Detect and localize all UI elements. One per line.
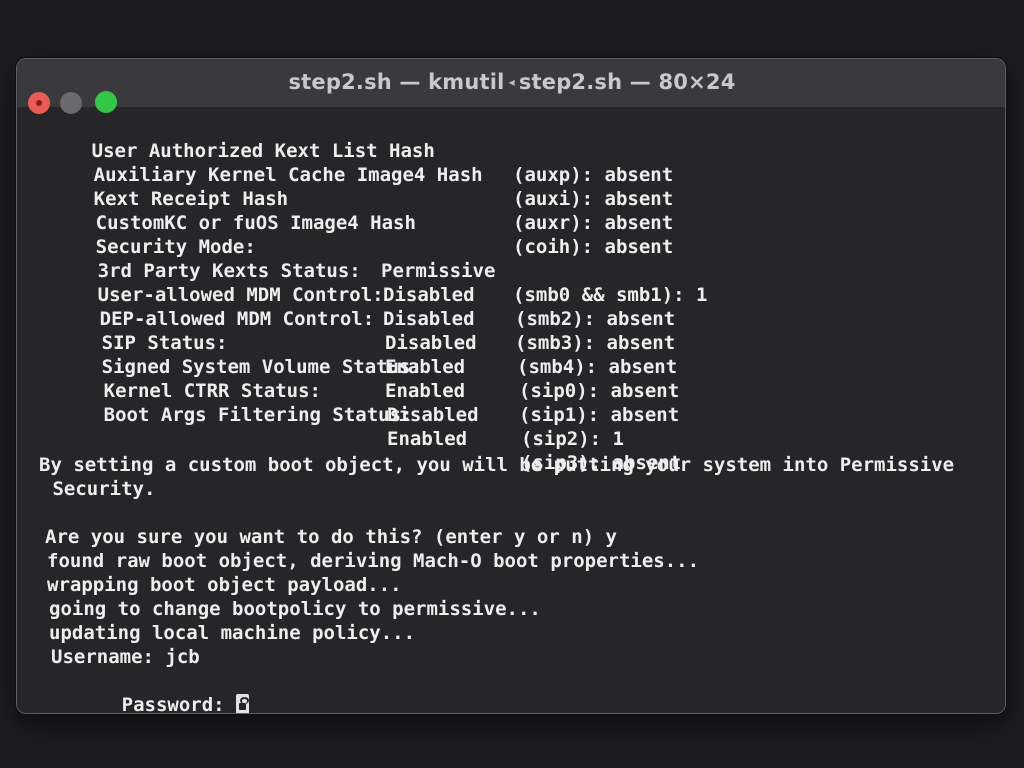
log-line: found raw boot object, deriving Mach-O b… [47,550,700,572]
terminal-window: User Authorized Kext List Hash (auxp): a… [16,58,1006,714]
title-right: step2.sh — 80×24 [518,70,736,94]
row-key: (auxr): absent [513,212,674,234]
row-value: Disabled [383,308,475,330]
title-left: step2.sh — kmutil [288,70,505,94]
warning-line: Security. [41,478,156,500]
row-key: (auxi): absent [513,188,674,210]
log-line: wrapping boot object payload... [47,574,402,596]
tab-separator-icon: ◂ [508,75,515,89]
log-line: updating local machine policy... [49,622,416,644]
row-key: (sip2): 1 [521,428,624,450]
minimize-button[interactable] [60,92,82,114]
row-value: Permissive [381,260,496,282]
row-key: (smb0 && smb1): 1 [513,284,708,306]
row-key: (auxp): absent [513,164,674,186]
row-key: (sip1): absent [519,404,680,426]
row-key: (smb3): absent [515,332,676,354]
row-label: Boot Args Filtering Status: [103,404,413,426]
row-key: (smb4): absent [517,356,678,378]
row-key: (coih): absent [513,236,674,258]
log-line: going to change bootpolicy to permissive… [49,598,541,620]
close-button[interactable] [28,92,50,114]
row-value: Enabled [387,428,468,450]
password-prompt[interactable]: Password: [53,669,250,714]
window-title: step2.sh — kmutil ◂ step2.sh — 80×24 [0,70,1024,94]
key-icon [236,694,250,713]
row-value: Disabled [383,284,475,306]
confirm-prompt: Are you sure you want to do this? (enter… [45,526,617,548]
username-line: Username: jcb [51,646,200,668]
row-key: (sip0): absent [519,380,680,402]
zoom-button[interactable] [95,91,117,113]
warning-line: By setting a custom boot object, you wil… [39,454,955,476]
terminal-output[interactable]: User Authorized Kext List Hash (auxp): a… [17,107,1005,713]
row-key: (smb2): absent [515,308,676,330]
password-label: Password: [121,694,237,714]
